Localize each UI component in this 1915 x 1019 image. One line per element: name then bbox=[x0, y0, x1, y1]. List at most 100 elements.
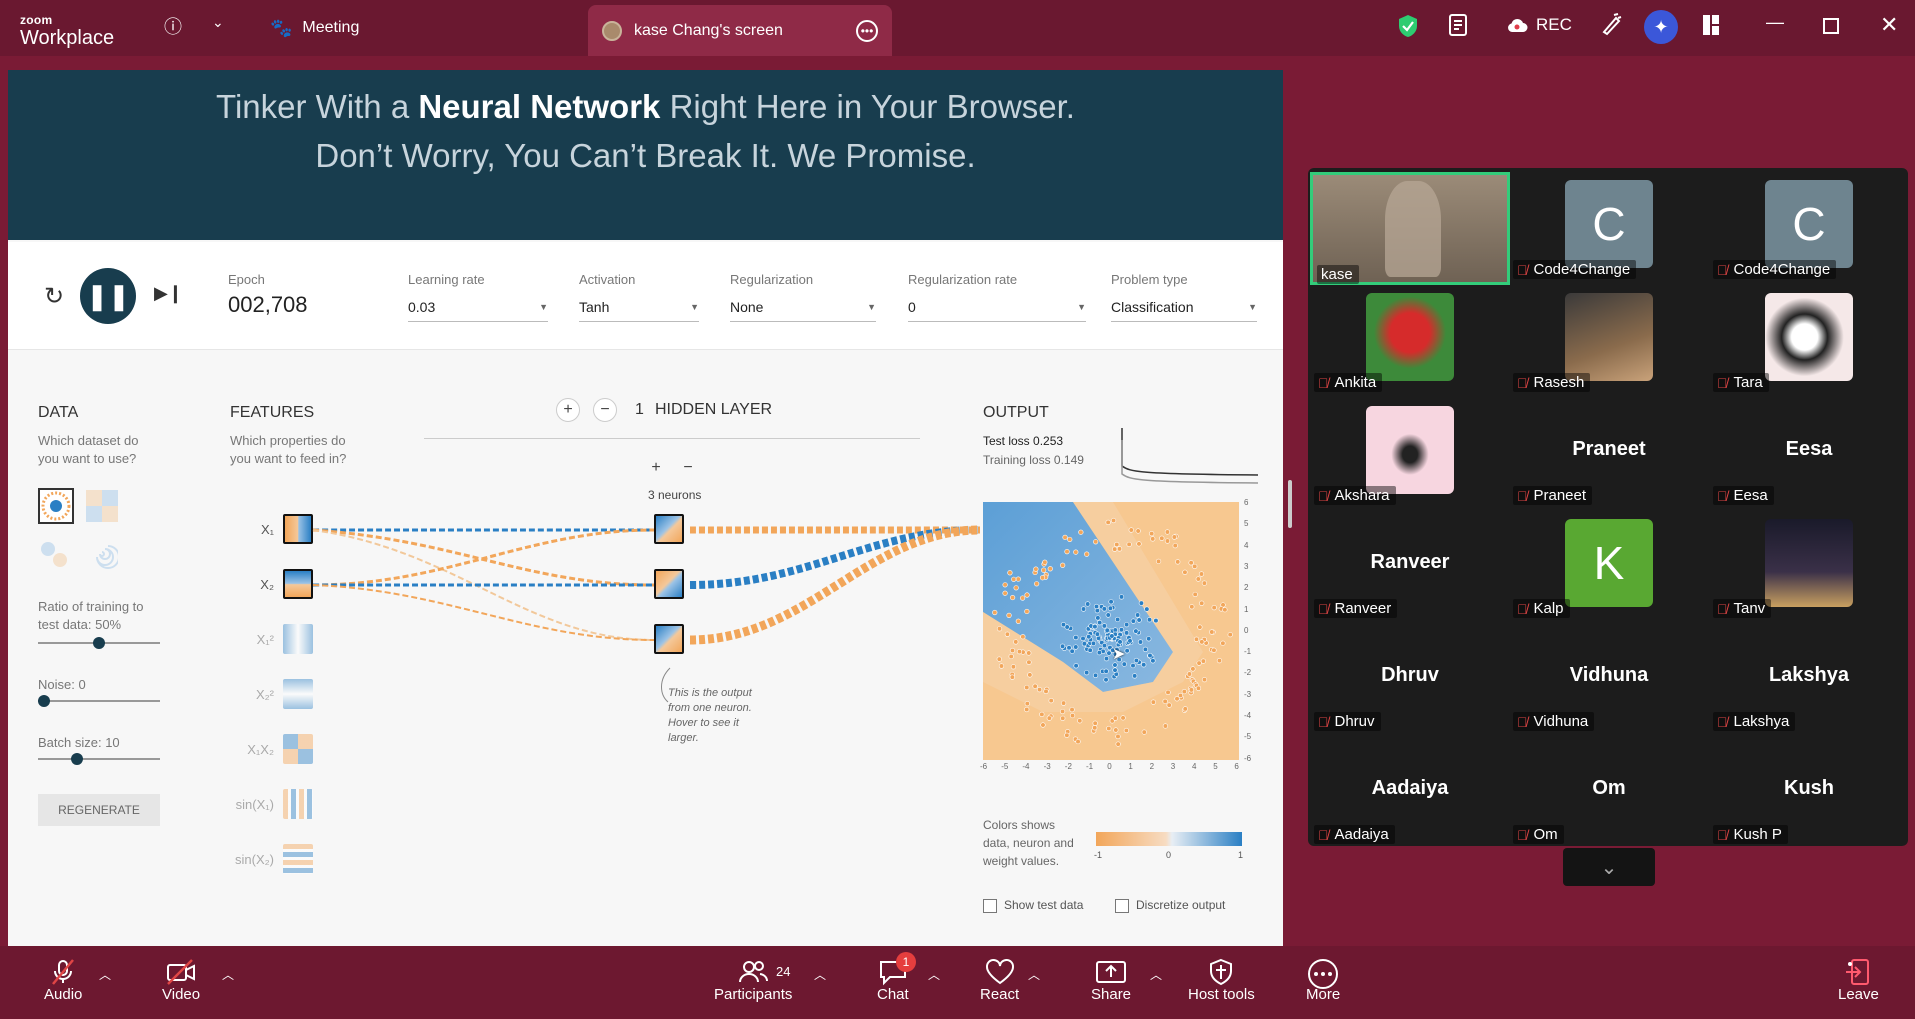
heart-icon bbox=[985, 958, 1015, 986]
x-tick-label: 5 bbox=[1213, 762, 1218, 771]
neuron-1[interactable] bbox=[654, 514, 684, 544]
participants-caret[interactable]: ︿ bbox=[814, 966, 826, 983]
show-test-checkbox[interactable] bbox=[983, 899, 997, 913]
participant-label: 🎙̸ Vidhuna bbox=[1513, 712, 1595, 731]
participant-tile[interactable]: Lakshya 🎙̸ Lakshya bbox=[1709, 624, 1909, 737]
mic-muted-icon: 🎙̸ bbox=[1717, 374, 1728, 391]
mic-muted-icon: 🎙̸ bbox=[1517, 600, 1528, 617]
mic-muted-icon: 🎙̸ bbox=[1517, 487, 1528, 504]
info-icon[interactable]: ⓘ bbox=[164, 13, 182, 39]
discretize-label: Discretize output bbox=[1136, 898, 1226, 912]
participant-name: Ranveer bbox=[1370, 551, 1450, 573]
participant-tile[interactable]: 🎙̸ Tanv bbox=[1709, 511, 1909, 624]
share-caret[interactable]: ︿ bbox=[1150, 966, 1162, 983]
zoom-logo-large: Workplace bbox=[20, 27, 115, 49]
notes-icon[interactable] bbox=[1448, 13, 1470, 42]
view-layout-icon[interactable] bbox=[1702, 14, 1722, 38]
training-loss: Training loss 0.149 bbox=[983, 453, 1084, 467]
participant-label: 🎙̸ Ankita bbox=[1314, 373, 1383, 392]
share-button[interactable]: Share bbox=[1091, 958, 1131, 1003]
meeting-toolbar: Audio ︿ Video ︿ Participants 24 ︿ Chat 1… bbox=[0, 946, 1915, 1019]
shield-icon bbox=[1208, 958, 1234, 986]
neuron-hint: This is the output from one neuron. Hover … bbox=[668, 687, 752, 744]
avatar bbox=[1765, 293, 1853, 381]
participant-tile[interactable]: Eesa 🎙̸ Eesa bbox=[1709, 398, 1909, 511]
audio-button[interactable]: Audio bbox=[44, 958, 82, 1003]
participant-tile[interactable]: kase bbox=[1310, 172, 1510, 285]
shield-check-icon[interactable] bbox=[1398, 14, 1418, 38]
leave-button[interactable]: Leave bbox=[1838, 958, 1879, 1003]
y-tick-label: 1 bbox=[1244, 604, 1249, 614]
video-feed bbox=[1385, 181, 1441, 277]
participant-label: 🎙̸ Akshara bbox=[1314, 486, 1396, 505]
close-icon[interactable]: ✕ bbox=[1880, 12, 1898, 38]
mic-muted-icon bbox=[49, 958, 77, 986]
more-button[interactable]: More bbox=[1306, 958, 1340, 1003]
chevron-down-icon[interactable]: ⌄ bbox=[212, 14, 224, 31]
x-tick-label: -5 bbox=[1001, 762, 1009, 771]
participant-tile[interactable]: Aadaiya 🎙̸ Aadaiya bbox=[1310, 737, 1510, 850]
participant-tile[interactable]: Vidhuna 🎙̸ Vidhuna bbox=[1509, 624, 1709, 737]
participant-tile[interactable]: 🎙̸ Ankita bbox=[1310, 285, 1510, 398]
chevron-down-icon: ⌄ bbox=[1600, 856, 1618, 879]
neuron-2[interactable] bbox=[654, 569, 684, 599]
participant-name: Dhruv bbox=[1381, 664, 1439, 686]
cloud-record-button[interactable]: REC bbox=[1506, 15, 1572, 35]
avatar bbox=[1765, 519, 1853, 607]
participant-name: Kush bbox=[1784, 777, 1834, 799]
mic-muted-icon: 🎙̸ bbox=[1717, 826, 1728, 843]
ai-companion-icon[interactable]: ✦ bbox=[1644, 10, 1678, 44]
output-heatmap[interactable] bbox=[983, 502, 1239, 760]
participant-name: Praneet bbox=[1572, 438, 1646, 460]
tab-meeting[interactable]: 🐾 Meeting bbox=[270, 14, 359, 42]
video-options-caret[interactable]: ︿ bbox=[222, 966, 234, 983]
paw-icon: 🐾 bbox=[270, 17, 293, 38]
participant-tile[interactable]: 🎙̸ Akshara bbox=[1310, 398, 1510, 511]
participant-tile[interactable]: Dhruv 🎙̸ Dhruv bbox=[1310, 624, 1510, 737]
restore-icon[interactable] bbox=[1823, 18, 1839, 34]
mic-muted-icon: 🎙̸ bbox=[1517, 374, 1528, 391]
mic-muted-icon: 🎙̸ bbox=[1318, 826, 1329, 843]
participant-tile[interactable]: Ranveer 🎙̸ Ranveer bbox=[1310, 511, 1510, 624]
participant-tile[interactable]: 🎙̸ Tara bbox=[1709, 285, 1909, 398]
split-handle[interactable] bbox=[1288, 480, 1292, 528]
react-button[interactable]: React bbox=[980, 958, 1019, 1003]
chat-badge: 1 bbox=[896, 952, 916, 972]
shared-screen: Tinker With a Neural Network Right Here … bbox=[8, 70, 1283, 946]
tab-shared-screen[interactable]: kase Chang's screen ••• bbox=[588, 5, 892, 56]
annotate-icon[interactable] bbox=[1600, 12, 1622, 41]
y-tick-label: -5 bbox=[1244, 732, 1252, 742]
more-icon bbox=[1307, 958, 1339, 989]
chat-caret[interactable]: ︿ bbox=[928, 966, 940, 983]
scale-max: 1 bbox=[1238, 850, 1244, 860]
x-tick-label: -4 bbox=[1022, 762, 1030, 771]
participant-label: 🎙̸ Lakshya bbox=[1713, 712, 1796, 731]
mouse-cursor-icon: ➤ bbox=[1112, 646, 1126, 663]
participant-tile[interactable]: C 🎙̸ Code4Change bbox=[1709, 172, 1909, 285]
x-tick-label: -1 bbox=[1086, 762, 1094, 771]
x-tick-label: 3 bbox=[1170, 762, 1176, 771]
more-icon[interactable]: ••• bbox=[856, 19, 878, 42]
neuron-3[interactable] bbox=[654, 624, 684, 654]
participant-tile[interactable]: Praneet 🎙̸ Praneet bbox=[1509, 398, 1709, 511]
mic-muted-icon: 🎙̸ bbox=[1318, 374, 1329, 391]
react-caret[interactable]: ︿ bbox=[1028, 966, 1040, 983]
video-button[interactable]: Video bbox=[162, 958, 200, 1003]
x-tick-label: 2 bbox=[1149, 762, 1155, 771]
audio-options-caret[interactable]: ︿ bbox=[99, 966, 111, 983]
participant-label: 🎙̸ Aadaiya bbox=[1314, 825, 1395, 844]
host-tools-button[interactable]: Host tools bbox=[1188, 958, 1255, 1003]
mic-muted-icon: 🎙̸ bbox=[1517, 826, 1528, 843]
zoom-logo-small: zoom bbox=[20, 13, 53, 27]
participant-label: kase bbox=[1317, 265, 1359, 284]
discretize-checkbox[interactable] bbox=[1115, 899, 1129, 913]
participant-name: Om bbox=[1592, 777, 1626, 799]
participant-tile[interactable]: Kush 🎙̸ Kush P bbox=[1709, 737, 1909, 850]
participant-tile[interactable]: 🎙̸ Rasesh bbox=[1509, 285, 1709, 398]
minimize-icon[interactable]: — bbox=[1766, 12, 1784, 33]
participant-tile[interactable]: Om 🎙̸ Om bbox=[1509, 737, 1709, 850]
gallery-next-button[interactable]: ⌄ bbox=[1563, 848, 1655, 886]
participant-tile[interactable]: C 🎙̸ Code4Change bbox=[1509, 172, 1709, 285]
participant-label: 🎙̸ Kalp bbox=[1513, 599, 1570, 618]
participant-tile[interactable]: K 🎙̸ Kalp bbox=[1509, 511, 1709, 624]
